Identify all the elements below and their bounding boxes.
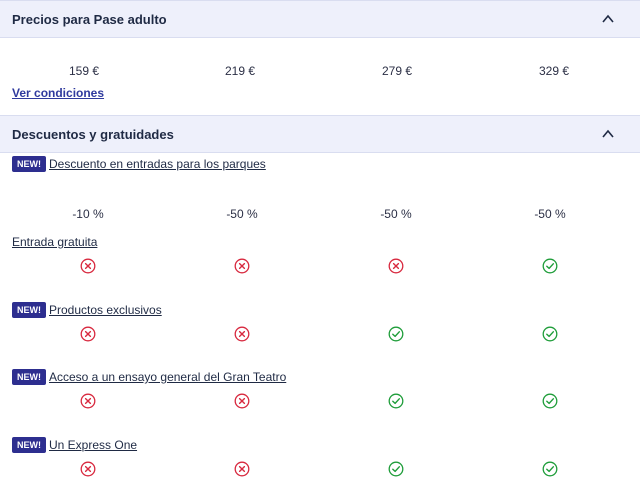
row-label-exclusive-products[interactable]: Productos exclusivos — [49, 303, 162, 317]
x-circle-icon — [234, 326, 250, 342]
price-tier-4: 329 € — [538, 64, 570, 78]
row-label-express-one[interactable]: Un Express One — [49, 438, 137, 452]
x-circle-icon — [80, 326, 96, 342]
prices-section-title: Precios para Pase adulto — [12, 12, 167, 27]
price-tier-3: 279 € — [381, 64, 413, 78]
price-tier-2: 219 € — [224, 64, 256, 78]
x-circle-icon — [234, 461, 250, 477]
x-circle-icon — [80, 258, 96, 274]
discount-tier-1: -10 % — [72, 207, 104, 221]
price-tier-1: 159 € — [68, 64, 100, 78]
discount-tier-4: -50 % — [534, 207, 566, 221]
x-circle-icon — [80, 461, 96, 477]
check-circle-icon — [542, 326, 558, 342]
discounts-section-title: Descuentos y gratuidades — [12, 127, 174, 142]
check-circle-icon — [388, 393, 404, 409]
x-circle-icon — [234, 258, 250, 274]
chevron-up-icon[interactable] — [602, 129, 614, 139]
row-label-free-entry[interactable]: Entrada gratuita — [12, 235, 97, 249]
chevron-up-icon[interactable] — [602, 14, 614, 24]
check-circle-icon — [542, 461, 558, 477]
check-circle-icon — [388, 326, 404, 342]
conditions-link[interactable]: Ver condiciones — [12, 86, 104, 100]
new-badge: NEW! — [12, 156, 46, 172]
discount-tier-3: -50 % — [380, 207, 412, 221]
discount-tier-2: -50 % — [226, 207, 258, 221]
prices-section-header[interactable]: Precios para Pase adulto — [0, 0, 640, 38]
x-circle-icon — [80, 393, 96, 409]
row-label-park-discount[interactable]: Descuento en entradas para los parques — [49, 157, 266, 171]
new-badge: NEW! — [12, 302, 46, 318]
x-circle-icon — [234, 393, 250, 409]
row-label-rehearsal-access[interactable]: Acceso a un ensayo general del Gran Teat… — [49, 370, 286, 384]
new-badge: NEW! — [12, 437, 46, 453]
x-circle-icon — [388, 258, 404, 274]
discounts-section-header[interactable]: Descuentos y gratuidades — [0, 115, 640, 153]
check-circle-icon — [542, 393, 558, 409]
check-circle-icon — [388, 461, 404, 477]
check-circle-icon — [542, 258, 558, 274]
new-badge: NEW! — [12, 369, 46, 385]
